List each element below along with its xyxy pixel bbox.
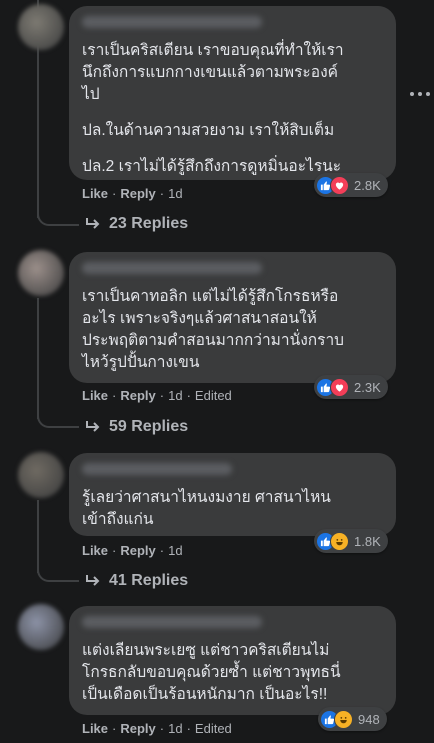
heart-icon (330, 175, 349, 195)
more-horizontal-icon[interactable] (410, 92, 430, 98)
thread-connector (37, 564, 79, 582)
edited-label: Edited (194, 388, 232, 403)
comment-actions: Like · Reply · 1d (82, 186, 183, 201)
comment-actions: Like · Reply · 1d (82, 543, 183, 558)
replies-label: 59 Replies (109, 418, 189, 435)
reaction-count: 948 (358, 711, 380, 727)
reply-arrow-icon (86, 218, 100, 229)
avatar[interactable] (18, 4, 64, 50)
author-name[interactable] (82, 262, 262, 274)
reply-arrow-icon (86, 575, 100, 586)
comment-text: ปล.ในด้านความสวยงาม เราให้สิบเต็ม (82, 122, 335, 139)
comment-bubble: เราเป็นคาทอลิก แต่ไม่ได้รู้สึกโกรธหรือ อ… (69, 252, 396, 383)
thread-connector (37, 298, 39, 419)
comment-text: เราเป็นคริสเตียน เราขอบคุณที่ทำให้เรา นึ… (82, 42, 344, 103)
haha-icon (330, 531, 349, 551)
view-replies-button[interactable]: 23 Replies (85, 215, 188, 233)
comment-bubble: เราเป็นคริสเตียน เราขอบคุณที่ทำให้เรา นึ… (69, 6, 396, 180)
thread-connector (37, 500, 39, 573)
reaction-summary[interactable]: 1.8K (314, 529, 388, 553)
reaction-count: 1.8K (354, 533, 381, 549)
reply-button[interactable]: Reply (120, 388, 155, 403)
timestamp[interactable]: 1d (168, 186, 182, 201)
haha-icon (334, 709, 353, 729)
reaction-summary[interactable]: 2.3K (314, 375, 388, 399)
like-button[interactable]: Like (82, 721, 108, 736)
view-replies-button[interactable]: 41 Replies (85, 572, 188, 590)
timestamp[interactable]: 1d (168, 721, 182, 736)
comment-bubble: รู้เลยว่าศาสนาไหนงมงาย ศาสนาไหน เข้าถึงแ… (69, 453, 396, 536)
comment-bubble: แต่งเลียนพระเยซู แต่ชาวคริสเตียนไม่ โกรธ… (69, 606, 396, 715)
view-replies-button[interactable]: 59 Replies (85, 418, 188, 436)
like-button[interactable]: Like (82, 388, 108, 403)
reaction-count: 2.8K (354, 177, 381, 193)
comment-thread: เราเป็นคริสเตียน เราขอบคุณที่ทำให้เรา นึ… (0, 0, 434, 743)
avatar[interactable] (18, 250, 64, 296)
reply-arrow-icon (86, 421, 100, 432)
author-name[interactable] (82, 463, 232, 475)
author-name[interactable] (82, 16, 262, 28)
reaction-count: 2.3K (354, 379, 381, 395)
reply-button[interactable]: Reply (120, 721, 155, 736)
timestamp[interactable]: 1d (168, 388, 182, 403)
comment-text: เราเป็นคาทอลิก แต่ไม่ได้รู้สึกโกรธหรือ อ… (82, 288, 345, 371)
reaction-summary[interactable]: 948 (318, 707, 387, 731)
heart-icon (330, 377, 349, 397)
reply-button[interactable]: Reply (120, 543, 155, 558)
thread-connector (37, 410, 79, 428)
replies-label: 23 Replies (109, 215, 189, 232)
like-button[interactable]: Like (82, 543, 108, 558)
reply-button[interactable]: Reply (120, 186, 155, 201)
comment-actions: Like · Reply · 1d · Edited (82, 388, 232, 403)
timestamp[interactable]: 1d (168, 543, 182, 558)
avatar[interactable] (18, 452, 64, 498)
like-button[interactable]: Like (82, 186, 108, 201)
avatar[interactable] (18, 604, 64, 650)
edited-label: Edited (194, 721, 232, 736)
comment-text: รู้เลยว่าศาสนาไหนงมงาย ศาสนาไหน เข้าถึงแ… (82, 489, 331, 528)
author-name[interactable] (82, 616, 262, 628)
replies-label: 41 Replies (109, 572, 189, 589)
thread-connector (37, 208, 79, 226)
reaction-summary[interactable]: 2.8K (314, 173, 388, 197)
comment-actions: Like · Reply · 1d · Edited (82, 721, 232, 736)
comment-text: แต่งเลียนพระเยซู แต่ชาวคริสเตียนไม่ โกรธ… (82, 642, 341, 703)
